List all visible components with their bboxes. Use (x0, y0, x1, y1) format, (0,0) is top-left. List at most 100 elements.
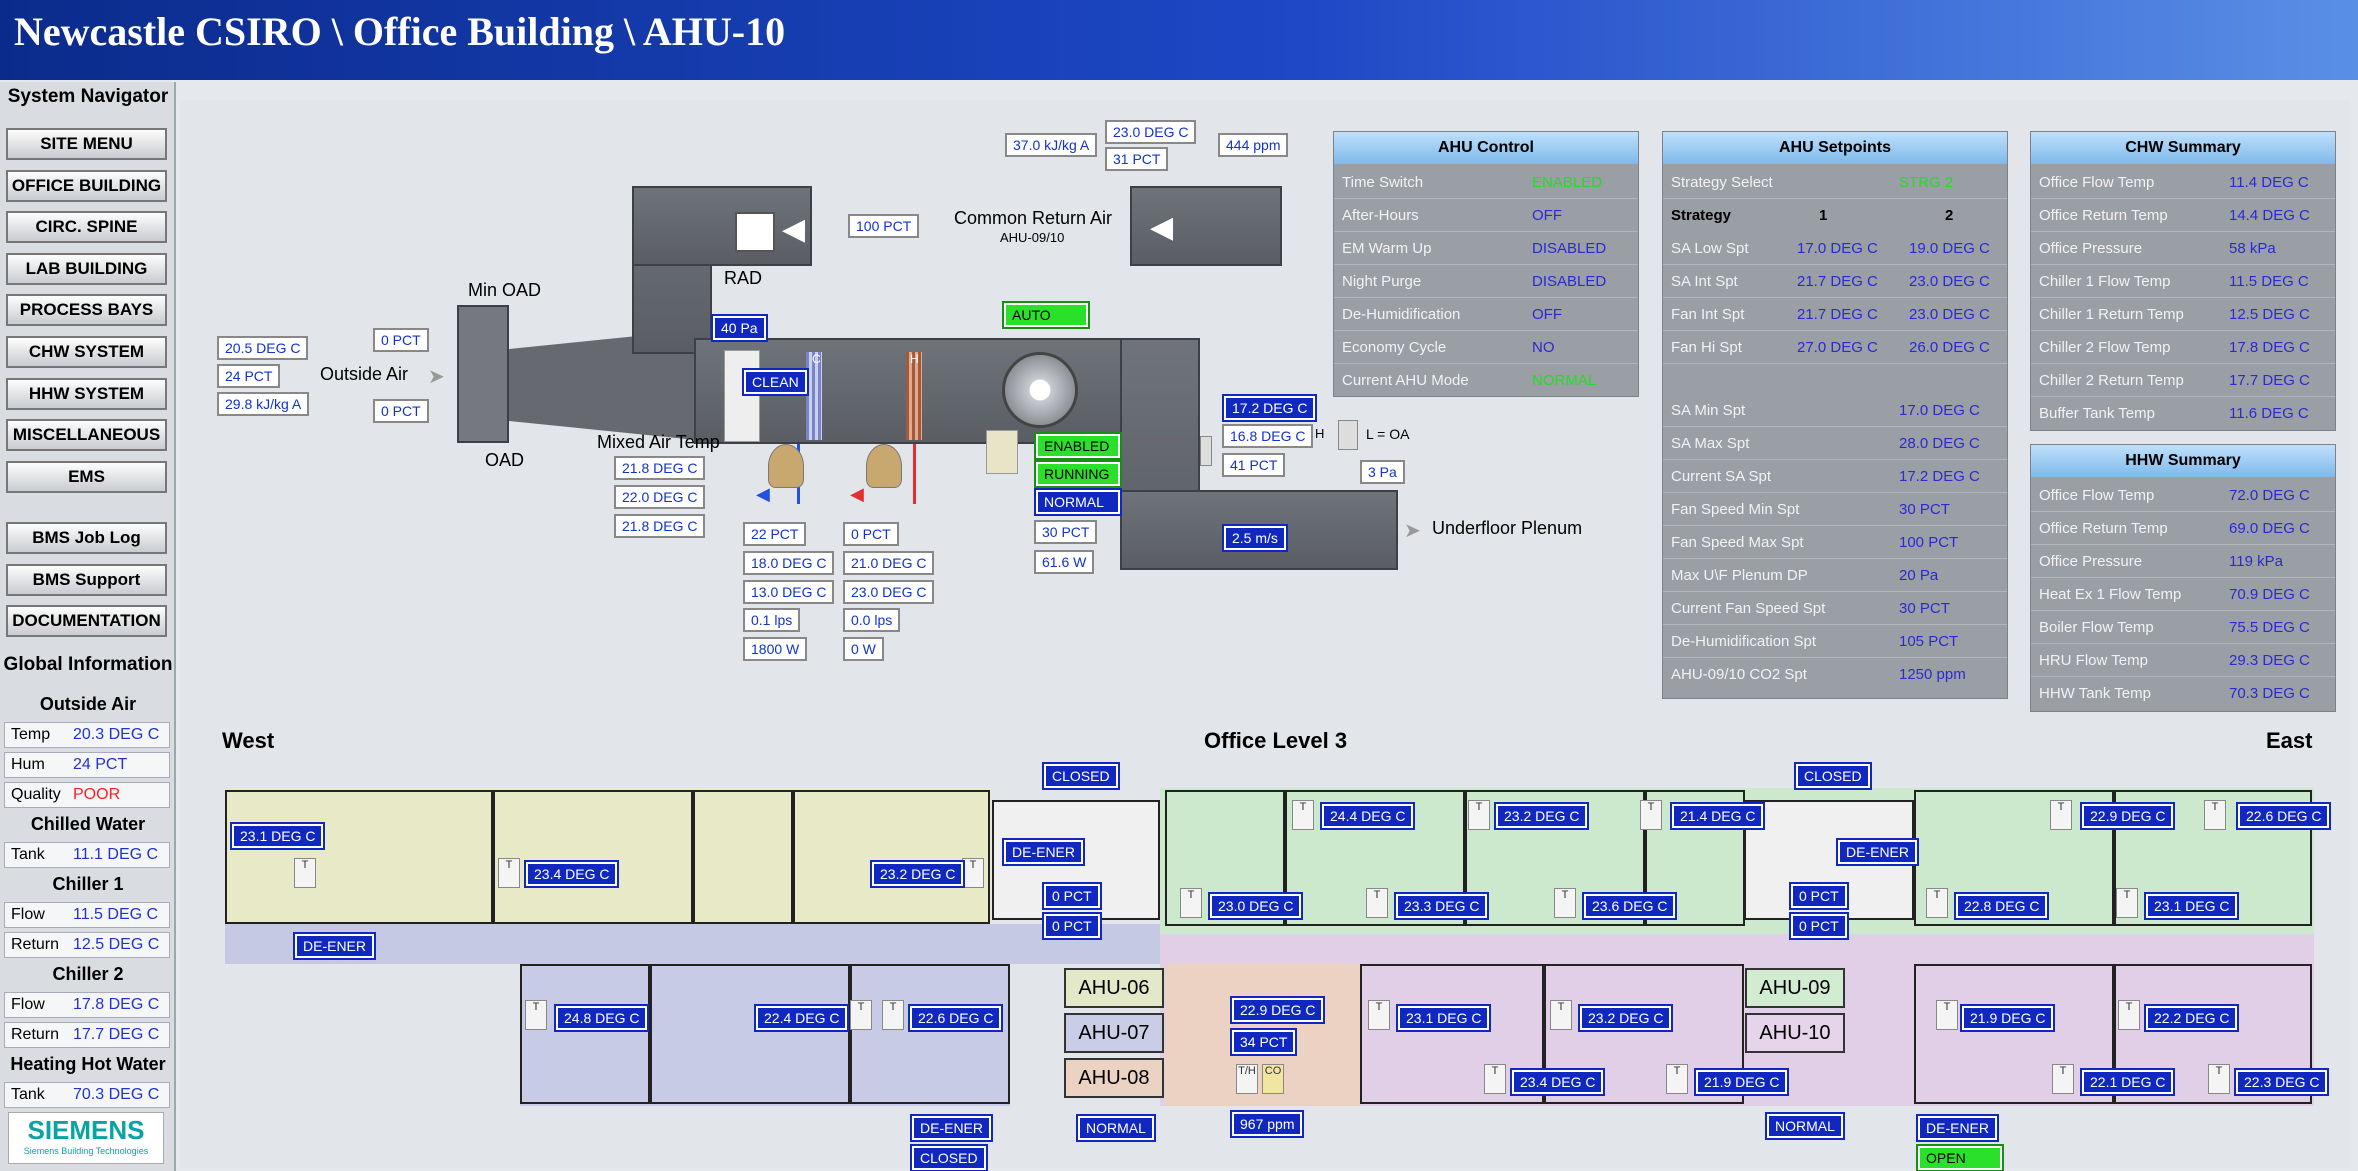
fan-mode-status[interactable]: NORMAL (1034, 488, 1122, 516)
thermostat-icon: T (498, 858, 520, 888)
hhw-office-pressure-row: Office Pressure 119 kPa (2031, 545, 2335, 578)
economy-cycle-row[interactable]: Economy Cycle NO (1334, 331, 1638, 364)
ems-button[interactable]: EMS (6, 461, 167, 493)
zone-temp-16[interactable]: 22.6 DEG C (907, 1004, 1004, 1032)
fan-hi-spt-row[interactable]: Fan Hi Spt 27.0 DEG C 26.0 DEG C (1663, 331, 2007, 364)
sa-max-spt-row[interactable]: SA Max Spt 28.0 DEG C (1663, 427, 2007, 460)
fan-speed-max-spt-row[interactable]: Fan Speed Max Spt 100 PCT (1663, 526, 2007, 559)
zone-temp-22[interactable]: 21.9 DEG C (1959, 1004, 2056, 1032)
min-oad-position[interactable]: 0 PCT (373, 328, 429, 352)
zone-temp-11[interactable]: 23.6 DEG C (1581, 892, 1678, 920)
chw-system-button[interactable]: CHW SYSTEM (6, 336, 167, 368)
bms-job-log-button[interactable]: BMS Job Log (6, 522, 167, 554)
damper-closed-east[interactable]: CLOSED (1794, 762, 1872, 790)
rad-position[interactable]: 100 PCT (848, 214, 920, 238)
l-oa-label: L = OA (1366, 426, 1410, 442)
zone-temp-23[interactable]: 22.2 DEG C (2143, 1004, 2240, 1032)
zone-temp-9[interactable]: 23.0 DEG C (1207, 892, 1304, 920)
fan-speed-value[interactable]: 30 PCT (1034, 520, 1098, 544)
sa-int-spt-row[interactable]: SA Int Spt 21.7 DEG C 23.0 DEG C (1663, 265, 2007, 298)
zone-temp-8[interactable]: 22.6 DEG C (2235, 802, 2332, 830)
deener-east-south[interactable]: DE-ENER (1915, 1114, 2000, 1142)
hhw-system-button[interactable]: HHW SYSTEM (6, 378, 167, 410)
ra-temp-value: 23.0 DEG C (1105, 120, 1197, 144)
damper-open-east[interactable]: OPEN (1916, 1144, 2004, 1171)
time-switch-row[interactable]: Time Switch ENABLED (1334, 166, 1638, 199)
hhw-valve-position[interactable]: 0 PCT (843, 522, 899, 546)
deener-stair-west[interactable]: DE-ENER (1001, 838, 1086, 866)
sa-low-spt-row[interactable]: SA Low Spt 17.0 DEG C 19.0 DEG C (1663, 232, 2007, 265)
sa-hum-value: 41 PCT (1222, 453, 1286, 477)
max-uf-plenum-dp-row[interactable]: Max U\F Plenum DP 20 Pa (1663, 559, 2007, 592)
zone-temp-5[interactable]: 23.2 DEG C (1493, 802, 1590, 830)
de-humidification-row[interactable]: De-Humidification OFF (1334, 298, 1638, 331)
office-building-button[interactable]: OFFICE BUILDING (6, 170, 167, 202)
zone-temp-1[interactable]: 23.1 DEG C (229, 822, 326, 850)
zone-temp-12[interactable]: 22.8 DEG C (1953, 892, 2050, 920)
zone-temp-4[interactable]: 24.4 DEG C (1319, 802, 1416, 830)
zone-temp-13[interactable]: 23.1 DEG C (2143, 892, 2240, 920)
bms-support-button[interactable]: BMS Support (6, 564, 167, 596)
lab-building-button[interactable]: LAB BUILDING (6, 253, 167, 285)
deener-stair-east[interactable]: DE-ENER (1835, 838, 1920, 866)
pct-west-2[interactable]: 0 PCT (1042, 912, 1102, 940)
fan-speed-min-spt-row[interactable]: Fan Speed Min Spt 30 PCT (1663, 493, 2007, 526)
em-warm-up-row[interactable]: EM Warm Up DISABLED (1334, 232, 1638, 265)
zone-temp-2[interactable]: 23.4 DEG C (523, 860, 620, 888)
ahu-10-button[interactable]: AHU-10 (1745, 1013, 1845, 1053)
damper-closed-south[interactable]: CLOSED (910, 1144, 988, 1171)
zone-temp-14[interactable]: 24.8 DEG C (553, 1004, 650, 1032)
chiller2-return-row: Chiller 2 Return Temp 17.7 DEG C (2031, 364, 2335, 397)
oad-position[interactable]: 0 PCT (373, 399, 429, 423)
pct-east-1[interactable]: 0 PCT (1789, 882, 1849, 910)
process-bays-button[interactable]: PROCESS BAYS (6, 294, 167, 326)
zone-temp-19[interactable]: 23.2 DEG C (1577, 1004, 1674, 1032)
deener-west-corridor[interactable]: DE-ENER (292, 932, 377, 960)
ahu-08-button[interactable]: AHU-08 (1064, 1058, 1164, 1098)
normal-west[interactable]: NORMAL (1076, 1114, 1156, 1142)
zone-temp-24[interactable]: 22.1 DEG C (2079, 1068, 2176, 1096)
thermostat-icon: T (1468, 800, 1490, 830)
underfloor-arrow-icon: ➤ (1404, 520, 1421, 542)
fan-int-spt-row[interactable]: Fan Int Spt 21.7 DEG C 23.0 DEG C (1663, 298, 2007, 331)
sa-min-spt-row[interactable]: SA Min Spt 17.0 DEG C (1663, 394, 2007, 427)
miscellaneous-button[interactable]: MISCELLANEOUS (6, 419, 167, 451)
boiler-flow-row: Boiler Flow Temp 75.5 DEG C (2031, 611, 2335, 644)
chw-office-pressure-row: Office Pressure 58 kPa (2031, 232, 2335, 265)
zone-temp-25[interactable]: 22.3 DEG C (2233, 1068, 2330, 1096)
zone-temp-17[interactable]: 22.9 DEG C (1229, 996, 1326, 1024)
strategy-select-row[interactable]: Strategy Select STRG 2 (1663, 166, 2007, 199)
site-menu-button[interactable]: SITE MENU (6, 128, 167, 160)
zone-temp-7[interactable]: 22.9 DEG C (2079, 802, 2176, 830)
fan-enabled-status[interactable]: ENABLED (1034, 432, 1122, 460)
ahu-09-button[interactable]: AHU-09 (1745, 968, 1845, 1008)
h-label: H (1315, 426, 1325, 441)
deener-west-south[interactable]: DE-ENER (909, 1114, 994, 1142)
circ-spine-button[interactable]: CIRC. SPINE (6, 211, 167, 243)
chw-valve-position[interactable]: 22 PCT (743, 522, 807, 546)
documentation-button[interactable]: DOCUMENTATION (6, 605, 167, 637)
ahu-07-button[interactable]: AHU-07 (1064, 1013, 1164, 1053)
cooling-coil-label: C (812, 352, 821, 366)
ahu-mode-button[interactable]: AUTO (1002, 301, 1090, 329)
co2-spt-row[interactable]: AHU-09/10 CO2 Spt 1250 ppm (1663, 658, 2007, 691)
zone-temp-20[interactable]: 23.4 DEG C (1509, 1068, 1606, 1096)
normal-east[interactable]: NORMAL (1765, 1112, 1845, 1140)
after-hours-row[interactable]: After-Hours OFF (1334, 199, 1638, 232)
zone-temp-10[interactable]: 23.3 DEG C (1393, 892, 1490, 920)
zone-temp-3[interactable]: 23.2 DEG C (869, 860, 966, 888)
de-humidification-spt-row[interactable]: De-Humidification Spt 105 PCT (1663, 625, 2007, 658)
thermostat-icon: T (962, 858, 984, 888)
pct-east-2[interactable]: 0 PCT (1789, 912, 1849, 940)
zone-temp-15[interactable]: 22.4 DEG C (753, 1004, 850, 1032)
pct-west-1[interactable]: 0 PCT (1042, 882, 1102, 910)
ahu-06-button[interactable]: AHU-06 (1064, 968, 1164, 1008)
damper-closed-west[interactable]: CLOSED (1042, 762, 1120, 790)
thermostat-icon: T (1640, 800, 1662, 830)
chiller2-flow-row: Chiller 2 Flow Temp 17.8 DEG C (2031, 331, 2335, 364)
chw-temp1-value: 18.0 DEG C (743, 551, 835, 575)
zone-temp-21[interactable]: 21.9 DEG C (1693, 1068, 1790, 1096)
zone-temp-6[interactable]: 21.4 DEG C (1669, 802, 1766, 830)
zone-temp-18[interactable]: 23.1 DEG C (1395, 1004, 1492, 1032)
night-purge-row[interactable]: Night Purge DISABLED (1334, 265, 1638, 298)
